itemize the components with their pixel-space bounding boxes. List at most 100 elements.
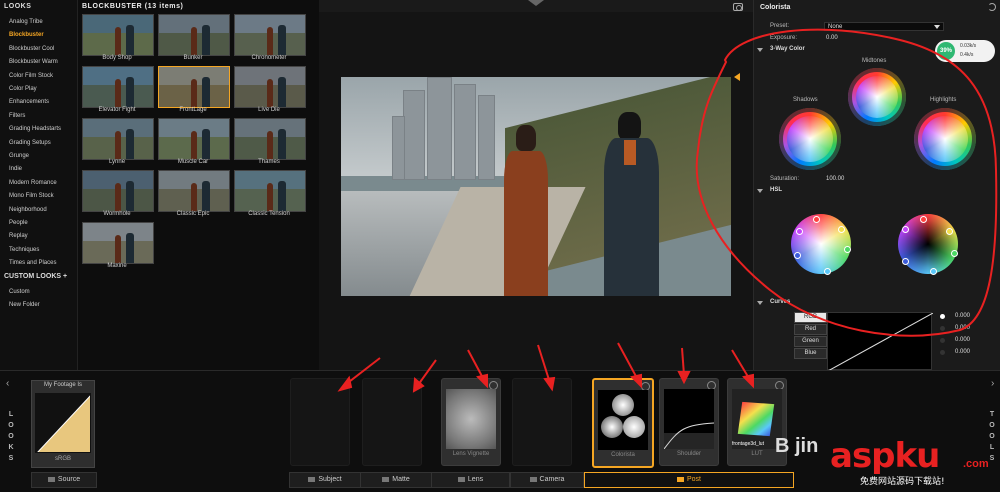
collapse-chevron-icon[interactable]	[528, 0, 544, 6]
curve-value[interactable]: 0.000	[955, 325, 970, 331]
stage-tab[interactable]: Source	[31, 472, 97, 488]
man-figure	[499, 125, 554, 296]
hsl-handle[interactable]	[946, 228, 953, 235]
hsl-handle[interactable]	[951, 250, 958, 257]
shadows-wheel[interactable]	[779, 108, 841, 170]
midtones-wheel[interactable]	[848, 68, 906, 126]
curve-channel-button[interactable]: Blue	[794, 348, 827, 359]
hsl-handle[interactable]	[824, 268, 831, 275]
preset-label: Preset:	[770, 23, 790, 29]
look-category-item[interactable]: Blockbuster Cool	[9, 46, 54, 52]
look-thumbnail[interactable]	[234, 118, 306, 160]
curve-channel-button[interactable]: RGB	[794, 312, 827, 323]
hsl-hue-wheel[interactable]	[791, 214, 851, 274]
tool-card[interactable]: Colorista	[592, 378, 654, 468]
preset-select[interactable]: None	[824, 22, 944, 31]
hsl-handle[interactable]	[844, 246, 851, 253]
look-thumbnail[interactable]	[82, 14, 154, 56]
stage-tab[interactable]: Matte	[360, 472, 432, 488]
stage-tab[interactable]: Post	[584, 472, 794, 488]
look-thumbnail[interactable]	[234, 66, 306, 108]
tool-card[interactable]: Shoulder	[659, 378, 719, 466]
look-category-item[interactable]: Modern Romance	[9, 180, 57, 186]
hsl-handle[interactable]	[838, 226, 845, 233]
custom-looks-header[interactable]: CUSTOM LOOKS +	[4, 273, 67, 280]
exposure-value[interactable]: 0.00	[826, 35, 838, 41]
look-category-item[interactable]: Techniques	[9, 247, 39, 253]
look-thumbnail[interactable]	[158, 14, 230, 56]
curve-point-radio[interactable]	[940, 338, 945, 343]
look-category-item[interactable]: Mono Film Stock	[9, 193, 54, 199]
stage-tab[interactable]: Lens	[431, 472, 510, 488]
look-thumbnail[interactable]	[82, 66, 154, 108]
side-label-letter: L	[989, 444, 995, 451]
looks-collapse-icon[interactable]: ‹	[6, 378, 9, 389]
look-thumbnail[interactable]	[158, 66, 230, 108]
curve-point-radio[interactable]	[940, 350, 945, 355]
curve-value[interactable]: 0.000	[955, 313, 970, 319]
stage-tab[interactable]: Camera	[510, 472, 584, 488]
camera-icon[interactable]	[733, 3, 743, 11]
look-category-item[interactable]: Grading Headstarts	[9, 126, 61, 132]
hsl-handle[interactable]	[813, 216, 820, 223]
look-thumbnail[interactable]	[234, 14, 306, 56]
curve-channel-button[interactable]: Green	[794, 336, 827, 347]
curve-graph[interactable]	[827, 312, 933, 371]
curve-channel-button[interactable]: Red	[794, 324, 827, 335]
look-category-item[interactable]: Analog Tribe	[9, 19, 43, 25]
tab-label: Subject	[318, 476, 342, 483]
curve-point-radio[interactable]	[940, 314, 945, 319]
tab-icon	[382, 476, 390, 482]
look-thumbnail[interactable]	[234, 170, 306, 212]
look-category-item[interactable]: Color Play	[9, 86, 37, 92]
curve-value[interactable]: 0.000	[955, 349, 970, 355]
look-category-item[interactable]: People	[9, 220, 28, 226]
tool-card[interactable]	[362, 378, 422, 466]
hsl-handle[interactable]	[902, 258, 909, 265]
tools-collapse-icon[interactable]: ›	[991, 378, 994, 389]
look-category-item[interactable]: Grunge	[9, 153, 29, 159]
preview-viewer[interactable]	[341, 77, 731, 296]
custom-look-item[interactable]: New Folder	[9, 302, 40, 308]
look-category-item[interactable]: Grading Setups	[9, 140, 51, 146]
watermark-brand: aspku	[830, 436, 940, 476]
look-category-item[interactable]: Blockbuster Warm	[9, 59, 58, 65]
hsl-luminance-wheel[interactable]	[898, 214, 958, 274]
hsl-handle[interactable]	[930, 268, 937, 275]
look-category-item[interactable]: Times and Places	[9, 260, 56, 266]
hsl-handle[interactable]	[920, 216, 927, 223]
saturation-value[interactable]: 100.00	[826, 176, 844, 182]
look-category-item[interactable]: Blockbuster	[9, 32, 44, 38]
look-category-item[interactable]: Enhancements	[9, 99, 49, 105]
look-thumbnail[interactable]	[82, 118, 154, 160]
tool-card[interactable]	[290, 378, 350, 466]
hsl-toggle-icon[interactable]	[757, 189, 763, 193]
add-icon[interactable]: +	[63, 273, 67, 280]
highlights-wheel[interactable]	[914, 108, 976, 170]
look-thumbnail[interactable]	[158, 118, 230, 160]
look-thumbnail[interactable]	[82, 170, 154, 212]
tool-card[interactable]	[512, 378, 572, 466]
look-category-item[interactable]: Indie	[9, 166, 22, 172]
curves-toggle-icon[interactable]	[757, 301, 763, 305]
hsl-handle[interactable]	[794, 252, 801, 259]
look-category-item[interactable]: Filters	[9, 113, 25, 119]
tab-label: Post	[686, 476, 701, 483]
look-thumbnail[interactable]	[158, 170, 230, 212]
look-category-item[interactable]: Neighborhood	[9, 207, 47, 213]
section-toggle-icon[interactable]	[757, 48, 763, 52]
custom-look-item[interactable]: Custom	[9, 289, 30, 295]
footage-title: My Footage Is	[43, 382, 82, 388]
hsl-handle[interactable]	[902, 226, 909, 233]
curve-point-radio[interactable]	[940, 326, 945, 331]
look-category-item[interactable]: Color Film Stock	[9, 73, 53, 79]
look-thumbnail-label: Wormhole	[103, 211, 131, 217]
reset-icon[interactable]	[988, 3, 996, 11]
tool-card[interactable]: Lens Vignette	[441, 378, 501, 466]
stage-tab[interactable]: Subject	[289, 472, 361, 488]
look-thumbnail[interactable]	[82, 222, 154, 264]
curve-value[interactable]: 0.000	[955, 337, 970, 343]
hsl-handle[interactable]	[796, 228, 803, 235]
look-category-item[interactable]: Replay	[9, 233, 28, 239]
side-label-letter: K	[8, 444, 14, 451]
